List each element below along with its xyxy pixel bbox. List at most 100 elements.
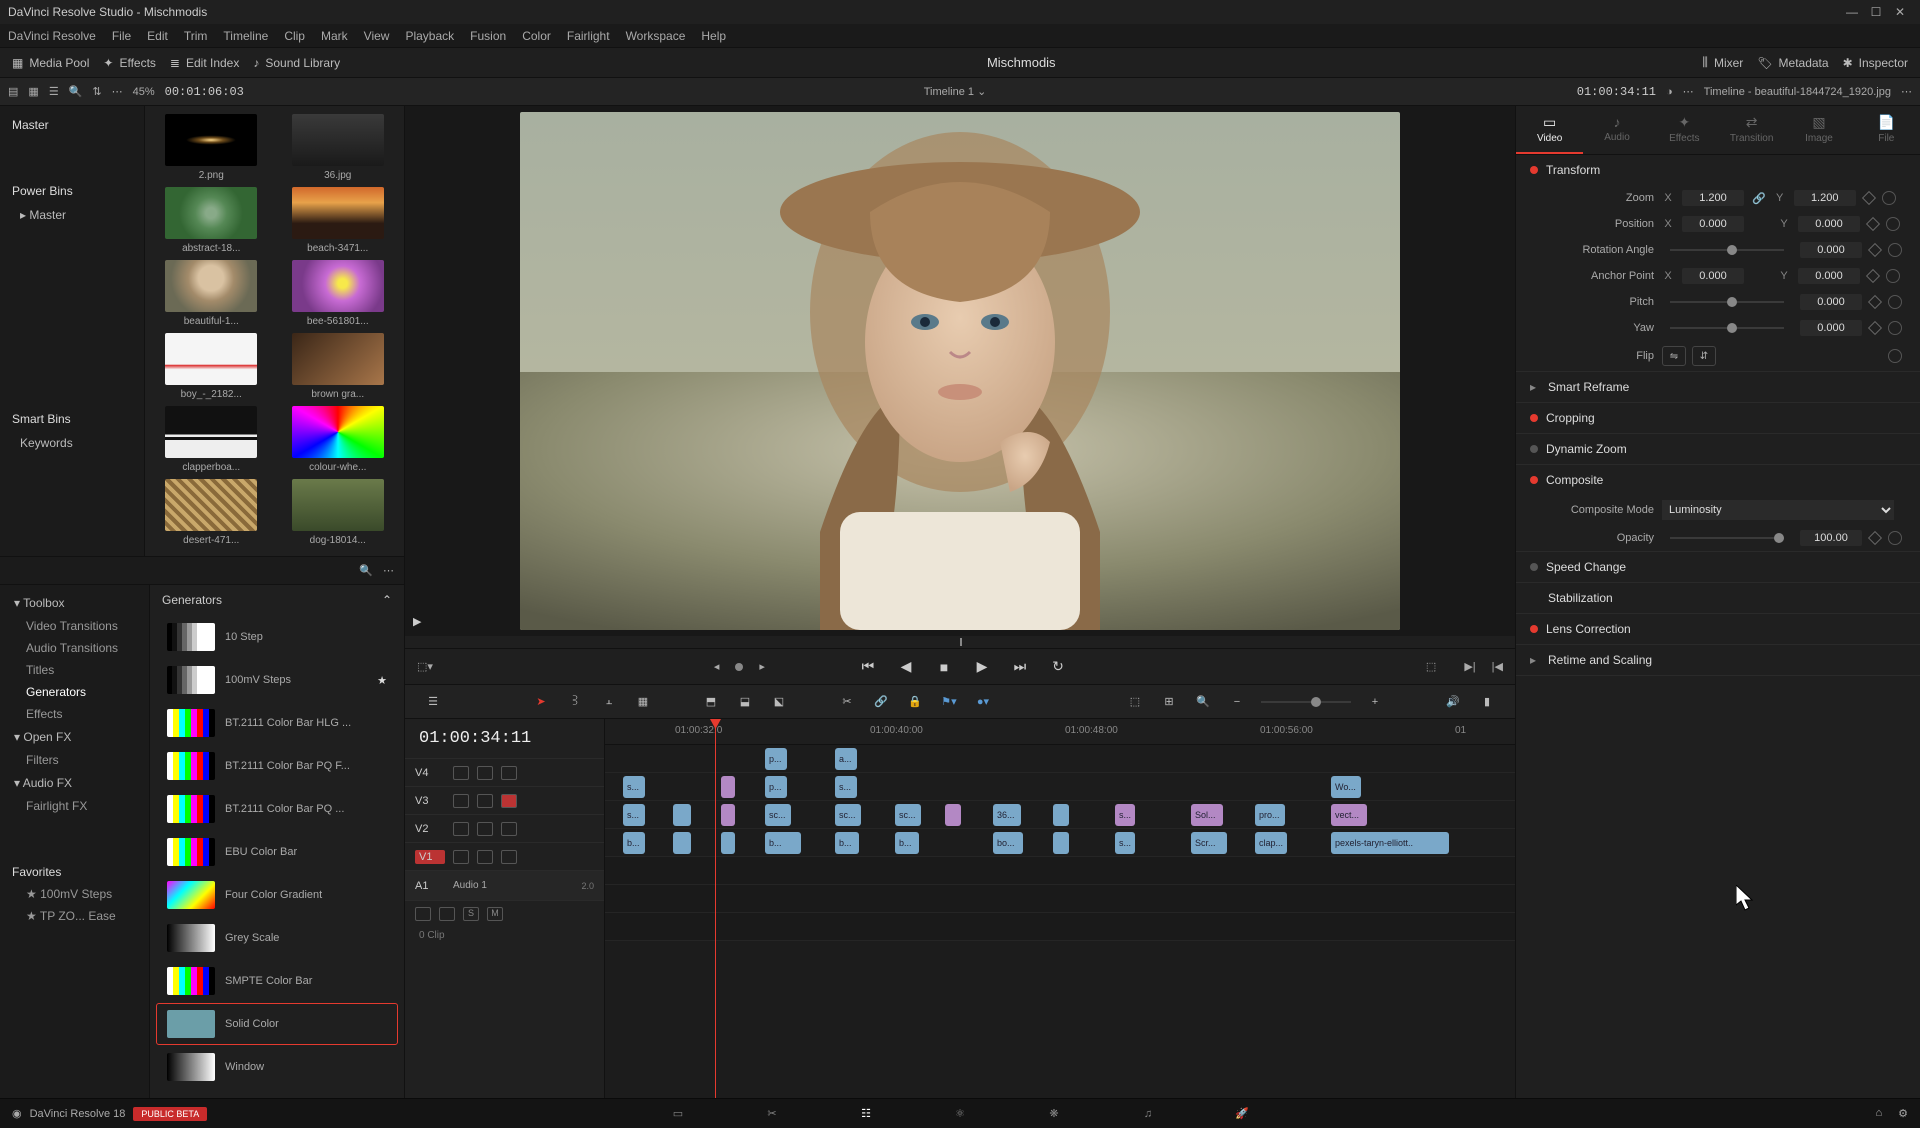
stabilization-section[interactable]: ▸Stabilization [1516,583,1920,613]
media-thumb[interactable]: desert-471... [153,479,270,546]
track-disable[interactable] [501,766,517,780]
metadata-toggle[interactable]: 🏷Metadata [1757,56,1828,70]
flag-icon[interactable]: ⚑▾ [939,692,959,712]
rotation-slider[interactable] [1670,249,1784,251]
bin-powerbin-master[interactable]: ▸ Master [0,204,144,226]
generator-item[interactable]: Window [156,1046,398,1088]
menu-playback[interactable]: Playback [405,29,454,43]
menu-timeline[interactable]: Timeline [223,29,268,43]
dynamic-trim-tool[interactable]: ⫠ [599,692,619,712]
deliver-page-button[interactable]: 🚀 [1230,1102,1254,1126]
insert-icon[interactable]: ⬒ [701,692,721,712]
track-id[interactable]: V3 [415,795,445,807]
opacity-slider[interactable] [1670,537,1784,539]
menu-help[interactable]: Help [701,29,726,43]
fx-fav-2[interactable]: ★ TP ZO... Ease [0,905,149,927]
timeline-name[interactable]: Timeline 1 [924,86,974,98]
bypass-icon[interactable]: ◑ [1666,86,1673,98]
track-auto[interactable] [477,794,493,808]
media-pool-toggle[interactable]: ▦Media Pool [12,56,89,70]
goto-start-button[interactable]: ⏮ [857,656,879,678]
media-thumb[interactable]: 2.png [153,114,270,181]
menu-fusion[interactable]: Fusion [470,29,506,43]
zoom-full-icon[interactable]: ⬚ [1125,692,1145,712]
fx-audiofx[interactable]: ▾ Audio FX [0,771,149,795]
generator-item[interactable]: SMPTE Color Bar [156,960,398,1002]
timeline-clip[interactable]: p... [765,776,787,798]
cropping-section[interactable]: Cropping [1516,403,1920,433]
next-clip-icon[interactable]: ▶| [1464,660,1475,673]
menu-davinci-resolve[interactable]: DaVinci Resolve [8,29,96,43]
track-auto[interactable] [477,822,493,836]
bin-view-icon[interactable]: ▤ [8,85,18,98]
track-id[interactable]: V4 [415,767,445,779]
next-edit-icon[interactable]: ▸ [759,660,765,673]
blade-edit-icon[interactable]: ✂ [837,692,857,712]
timeline-view-icon[interactable]: ☰ [423,692,443,712]
yaw-slider[interactable] [1670,327,1784,329]
audio-lock[interactable] [415,907,431,921]
media-thumb[interactable]: brown gra... [280,333,397,400]
blade-tool[interactable]: ▦ [633,692,653,712]
yaw-val[interactable]: 0.000 [1800,320,1862,336]
bin-master[interactable]: Master [0,112,144,138]
fx-openfx[interactable]: ▾ Open FX [0,725,149,749]
sort-icon[interactable]: ⇅ [92,85,101,98]
timeline-clip[interactable]: sc... [765,804,791,826]
timeline-clip[interactable]: s... [623,804,645,826]
opacity-val[interactable]: 100.00 [1800,530,1862,546]
timeline-clip[interactable]: pro... [1255,804,1285,826]
fx-search-icon[interactable]: 🔍 [359,564,373,577]
media-thumb[interactable]: bee-561801... [280,260,397,327]
viewer-zoom[interactable]: 45% [133,86,155,98]
stop-button[interactable]: ■ [933,656,955,678]
flip-h[interactable]: ⇋ [1662,346,1686,366]
timeline-clip[interactable]: 36... [993,804,1021,826]
mark-in-icon[interactable]: ⬚▾ [417,660,433,673]
fusion-page-button[interactable]: ⚛ [948,1102,972,1126]
link-icon[interactable]: 🔗 [871,692,891,712]
retime-section[interactable]: ▸Retime and Scaling [1516,645,1920,675]
maximize-button[interactable]: ☐ [1864,5,1888,19]
timeline-clip[interactable]: b... [765,832,801,854]
goto-end-button[interactable]: ⏭ [1009,656,1031,678]
fx-effects[interactable]: Effects [0,703,149,725]
cut-page-button[interactable]: ✂ [760,1102,784,1126]
timeline-clip[interactable]: s... [623,776,645,798]
track-lock[interactable] [453,794,469,808]
timeline-clip[interactable]: pexels-taryn-elliott.. [1331,832,1449,854]
generator-item[interactable]: BT.2111 Color Bar PQ F... [156,745,398,787]
track-lock[interactable] [453,766,469,780]
timeline-clip[interactable] [1053,804,1069,826]
more-icon-3[interactable]: ⋯ [1901,85,1912,98]
bin-keywords[interactable]: Keywords [0,432,144,454]
audio-track-id[interactable]: A1 [415,880,445,892]
timeline-clip[interactable]: b... [835,832,859,854]
pos-y[interactable]: 0.000 [1798,216,1860,232]
link-zoom-icon[interactable]: 🔗 [1752,192,1766,205]
generator-item[interactable]: Solid Color [156,1003,398,1045]
timeline-clip[interactable]: s... [835,776,857,798]
more-icon[interactable]: ⋯ [112,85,123,98]
menu-view[interactable]: View [364,29,390,43]
zoom-in-icon[interactable]: + [1365,692,1385,712]
zoom-y[interactable]: 1.200 [1794,190,1856,206]
fx-fairlight[interactable]: Fairlight FX [0,795,149,817]
timeline-clip[interactable]: s... [1115,804,1135,826]
timeline-clip[interactable]: Sol... [1191,804,1223,826]
timeline-clip[interactable]: s... [1115,832,1135,854]
menu-fairlight[interactable]: Fairlight [567,29,610,43]
track-lock[interactable] [453,822,469,836]
timeline-tc[interactable]: 01:00:34:11 [405,719,604,758]
menu-trim[interactable]: Trim [184,29,208,43]
generator-item[interactable]: EBU Color Bar [156,831,398,873]
audio-mute[interactable]: M [487,907,503,921]
inspector-tab-audio[interactable]: ♪Audio [1583,106,1650,154]
sound-library-toggle[interactable]: ♪Sound Library [253,56,340,70]
track-lock[interactable] [453,850,469,864]
anchor-y[interactable]: 0.000 [1798,268,1860,284]
edit-index-toggle[interactable]: ≣Edit Index [170,56,239,70]
step-back-button[interactable]: ◀ [895,656,917,678]
generator-item[interactable]: 100mV Steps★ [156,659,398,701]
anchor-x[interactable]: 0.000 [1682,268,1744,284]
